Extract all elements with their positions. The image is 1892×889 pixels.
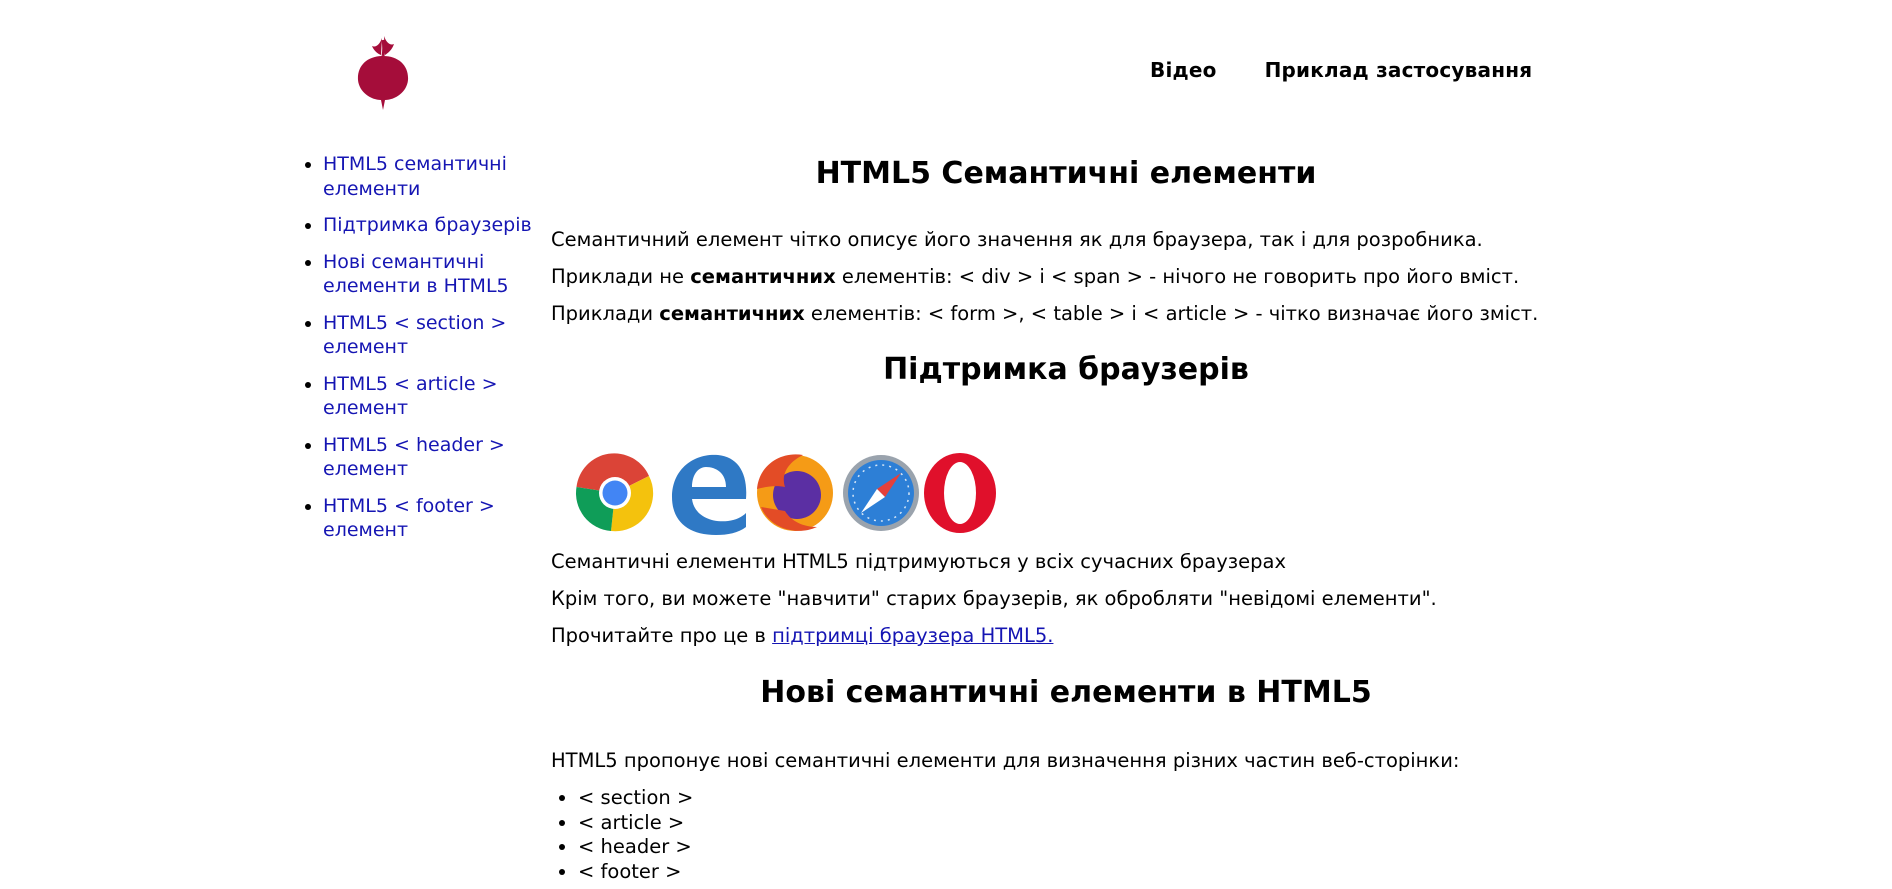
- list-item: < footer >: [578, 860, 693, 885]
- bold-text: семантичних: [690, 265, 836, 288]
- sidebar-link-section[interactable]: HTML5 < section > елемент: [323, 312, 506, 359]
- bold-text: семантичних: [659, 302, 805, 325]
- list-item: < article >: [578, 811, 693, 836]
- list-item: < section >: [578, 786, 693, 811]
- sidebar-link-new-elements[interactable]: Нові семантичні елементи в HTML5: [323, 251, 509, 298]
- top-nav: Відео Приклад застосування: [1150, 58, 1532, 82]
- text: елементів: < form >, < table > і < artic…: [804, 302, 1539, 325]
- nav-example-link[interactable]: Приклад застосування: [1265, 58, 1533, 82]
- elements-list: < section > < article > < header > < foo…: [551, 786, 693, 884]
- sidebar-link-article[interactable]: HTML5 < article > елемент: [323, 373, 498, 420]
- paragraph: Прочитайте про це в підтримці браузера H…: [551, 624, 1053, 648]
- paragraph: Семантичні елементи HTML5 підтримуються …: [551, 550, 1287, 573]
- section-title-new-elements: Нові семантичні елементи в HTML5: [760, 675, 1372, 710]
- beet-logo[interactable]: [349, 34, 417, 110]
- sidebar-item: Підтримка браузерів: [323, 213, 553, 238]
- list-item: < header >: [578, 835, 693, 860]
- sidebar-item: HTML5 < footer > елемент: [323, 494, 553, 543]
- sidebar-item: HTML5 < header > елемент: [323, 433, 553, 482]
- sidebar-item: HTML5 семантичні елементи: [323, 152, 553, 201]
- sidebar-link-semantic[interactable]: HTML5 семантичні елементи: [323, 153, 507, 200]
- paragraph: Приклади семантичних елементів: < form >…: [551, 302, 1538, 326]
- text: елементів: < div > і < span > - нічого н…: [835, 265, 1520, 288]
- text: Прочитайте про це в: [551, 624, 773, 647]
- paragraph: HTML5 пропонує нові семантичні елементи …: [551, 749, 1460, 772]
- sidebar-item: Нові семантичні елементи в HTML5: [323, 250, 553, 299]
- sidebar-item: HTML5 < section > елемент: [323, 311, 553, 360]
- sidebar-link-browser-support[interactable]: Підтримка браузерів: [323, 214, 532, 236]
- sidebar-nav: HTML5 семантичні елементи Підтримка брау…: [302, 152, 553, 555]
- sidebar-link-footer[interactable]: HTML5 < footer > елемент: [323, 495, 495, 542]
- text: Приклади не: [551, 265, 691, 288]
- beet-logo-icon: [357, 36, 409, 110]
- nav-video-link[interactable]: Відео: [1150, 58, 1217, 82]
- section-title-semantic: HTML5 Семантичні елементи: [815, 156, 1317, 191]
- browser-support-link[interactable]: підтримці браузера HTML5.: [772, 624, 1053, 647]
- section-title-browser-support: Підтримка браузерів: [883, 352, 1249, 387]
- paragraph: Приклади не семантичних елементів: < div…: [551, 265, 1519, 289]
- safari-icon: [843, 455, 919, 531]
- edge-icon: [672, 454, 747, 535]
- browser-logos: [576, 453, 996, 535]
- sidebar-link-header[interactable]: HTML5 < header > елемент: [323, 434, 505, 481]
- sidebar-item: HTML5 < article > елемент: [323, 372, 553, 421]
- paragraph: Семантичний елемент чітко описує його зн…: [551, 228, 1483, 251]
- text: Приклади: [551, 302, 660, 325]
- paragraph: Крім того, ви можете "навчити" старих бр…: [551, 587, 1437, 610]
- firefox-icon: [757, 454, 833, 531]
- chrome-icon: [576, 453, 654, 532]
- opera-icon: [924, 453, 996, 533]
